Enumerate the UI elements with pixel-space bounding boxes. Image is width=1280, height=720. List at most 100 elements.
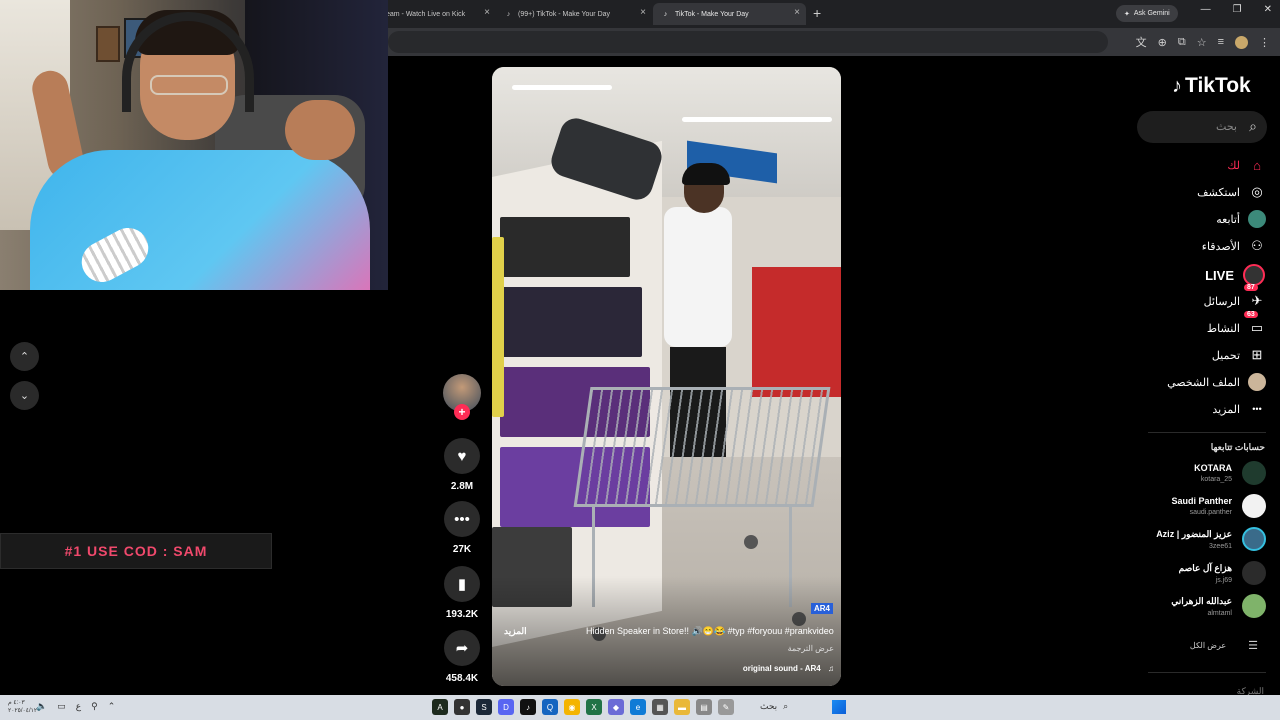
taskbar-clock[interactable]: ٤:٠٣ م ٢٠٢٥/٠٤/١٢: [8, 699, 37, 715]
see-all-button[interactable]: عرض الكل ☰: [1190, 639, 1258, 652]
caption-more-button[interactable]: المزيد: [504, 626, 527, 637]
discord-icon[interactable]: D: [498, 699, 514, 715]
tiktok-app-icon[interactable]: ♪: [520, 699, 536, 715]
followed-account[interactable]: KOTARA kotara_25: [1194, 461, 1266, 485]
follow-plus-icon[interactable]: +: [454, 404, 470, 420]
steam-icon[interactable]: S: [476, 699, 492, 715]
comment-action[interactable]: ••• 27K: [443, 501, 481, 555]
sound-link[interactable]: original sound - AR4 ♫: [700, 664, 834, 673]
edge-icon[interactable]: e: [630, 699, 646, 715]
tab-label: eam - Watch Live on Kick: [386, 10, 466, 18]
new-tab-button[interactable]: +: [813, 5, 821, 21]
account-username: saudi.panther: [1189, 509, 1232, 516]
followed-account[interactable]: هزاع آل عاصم js.j69: [1179, 561, 1266, 585]
account-username: kotara_25: [1200, 476, 1232, 483]
sidebar-item-activity[interactable]: النشاط ▭ 63: [1207, 311, 1266, 337]
menu-dots-icon[interactable]: ⋮: [1259, 36, 1270, 49]
sidebar-item-explore[interactable]: استكشف ◎: [1197, 183, 1266, 201]
tiktok-icon: ♪: [506, 10, 511, 18]
video-player[interactable]: [492, 67, 841, 686]
sidebar-item-upload[interactable]: تحميل ⊞: [1212, 346, 1266, 364]
file-explorer-icon[interactable]: ▬: [674, 699, 690, 715]
app-icon[interactable]: ◆: [608, 699, 624, 715]
tab-label: (99+) TikTok - Make Your Day: [518, 10, 611, 18]
store-icon[interactable]: ▦: [652, 699, 668, 715]
gemini-icon: ✦: [1124, 10, 1130, 18]
system-tray: 🔈 ▭ ع ⚲ ⌃: [36, 701, 115, 712]
search-placeholder: بحث: [1216, 121, 1237, 133]
tray-expand-icon[interactable]: ⌃: [108, 701, 116, 712]
app-icon[interactable]: ✎: [718, 699, 734, 715]
ask-gemini-button[interactable]: ✦ Ask Gemini: [1116, 5, 1178, 22]
taskbar-search[interactable]: بحث ⌕: [760, 701, 788, 712]
zoom-icon[interactable]: ⊕: [1158, 36, 1167, 49]
ceiling-light: [682, 117, 832, 122]
bookmark-star-icon[interactable]: ☆: [1197, 36, 1207, 49]
excel-icon[interactable]: X: [586, 699, 602, 715]
tab-tiktok-notifications[interactable]: ♪ (99+) TikTok - Make Your Day ×: [496, 3, 652, 25]
cart-wheel: [744, 535, 758, 549]
account-avatar: [1242, 561, 1266, 585]
search-icon[interactable]: ⌕: [1249, 118, 1257, 135]
sidebar-item-live[interactable]: LIVE: [1205, 263, 1266, 287]
profile-icon: [1248, 373, 1266, 391]
close-window-button[interactable]: ✕: [1264, 4, 1272, 15]
upload-icon: ⊞: [1251, 347, 1263, 362]
tab-tiktok-active[interactable]: ♪ TikTok - Make Your Day ×: [653, 3, 806, 25]
streamer-hand: [285, 100, 355, 160]
next-video-button[interactable]: ⌄: [10, 381, 39, 410]
sidebar-item-for-you[interactable]: لك ⌂: [1227, 156, 1266, 174]
translate-icon[interactable]: 文: [1136, 34, 1147, 50]
volume-icon[interactable]: 🔈: [36, 701, 47, 712]
app-icon[interactable]: Q: [542, 699, 558, 715]
streamer-webcam: [0, 0, 388, 290]
close-icon[interactable]: ×: [794, 7, 800, 18]
network-icon[interactable]: ▭: [57, 701, 66, 712]
sidebar-item-friends[interactable]: الأصدقاء ⚇: [1202, 237, 1266, 255]
followed-account[interactable]: عبدالله الزهراني almtaml: [1171, 594, 1266, 618]
comment-icon[interactable]: •••: [444, 501, 480, 537]
save-count: 193.2K: [445, 609, 479, 620]
minimize-button[interactable]: —: [1201, 4, 1211, 15]
reading-list-icon[interactable]: ≡: [1218, 36, 1224, 48]
account-names: عبدالله الزهراني almtaml: [1171, 596, 1232, 617]
see-translation-link[interactable]: عرض الترجمة: [760, 644, 834, 653]
close-icon[interactable]: ×: [640, 7, 646, 18]
tab-kick[interactable]: eam - Watch Live on Kick ×: [378, 3, 496, 25]
sidebar-item-messages[interactable]: الرسائل ✈ 87: [1204, 284, 1266, 310]
account-username: js.j69: [1215, 576, 1232, 584]
save-action[interactable]: ▮ 193.2K: [443, 566, 481, 620]
address-bar[interactable]: [388, 31, 1108, 53]
ceiling-light: [512, 85, 612, 90]
logo-text: TikTok: [1185, 74, 1251, 97]
previous-video-button[interactable]: ⌃: [10, 342, 39, 371]
sidebar-item-label: لك: [1227, 159, 1240, 172]
account-names: Saudi Panther saudi.panther: [1171, 496, 1232, 516]
sidebar-item-more[interactable]: المزيد •••: [1212, 400, 1266, 418]
sidebar-item-following[interactable]: أتابعه: [1216, 210, 1266, 228]
windows-start-icon[interactable]: [832, 700, 846, 714]
app-icon[interactable]: ▤: [696, 699, 712, 715]
app-icon[interactable]: A: [432, 699, 448, 715]
tiktok-logo[interactable]: ♪ TikTok: [1172, 74, 1251, 98]
share-icon[interactable]: ➦: [444, 630, 480, 666]
like-action[interactable]: ♥ 2.8M: [443, 438, 481, 492]
windows-taskbar: ٤:٠٣ م ٢٠٢٥/٠٤/١٢ 🔈 ▭ ع ⚲ ⌃ A ● S D ♪ Q …: [0, 695, 1280, 720]
language-icon[interactable]: ع: [76, 701, 81, 712]
share-action[interactable]: ➦ 458.4K: [443, 630, 481, 684]
bookmark-icon[interactable]: ▮: [444, 566, 480, 602]
restore-button[interactable]: ❐: [1233, 4, 1242, 15]
profile-avatar[interactable]: [1235, 35, 1248, 49]
obs-icon[interactable]: ●: [454, 699, 470, 715]
followed-account[interactable]: Saudi Panther saudi.panther: [1171, 494, 1266, 518]
cast-icon[interactable]: ⧉: [1178, 36, 1186, 49]
sidebar-item-profile[interactable]: الملف الشخصي: [1167, 373, 1266, 391]
usb-icon[interactable]: ⚲: [91, 701, 98, 712]
followed-account[interactable]: Aziz | عزيز المنضور 3zee61: [1156, 527, 1266, 551]
chrome-icon[interactable]: ◉: [564, 699, 580, 715]
heart-icon[interactable]: ♥: [444, 438, 480, 474]
search-input[interactable]: بحث ⌕: [1137, 111, 1267, 143]
sidebar-item-label: الملف الشخصي: [1167, 376, 1240, 389]
account-name: Aziz | عزيز المنضور: [1156, 528, 1232, 539]
close-icon[interactable]: ×: [484, 7, 490, 18]
